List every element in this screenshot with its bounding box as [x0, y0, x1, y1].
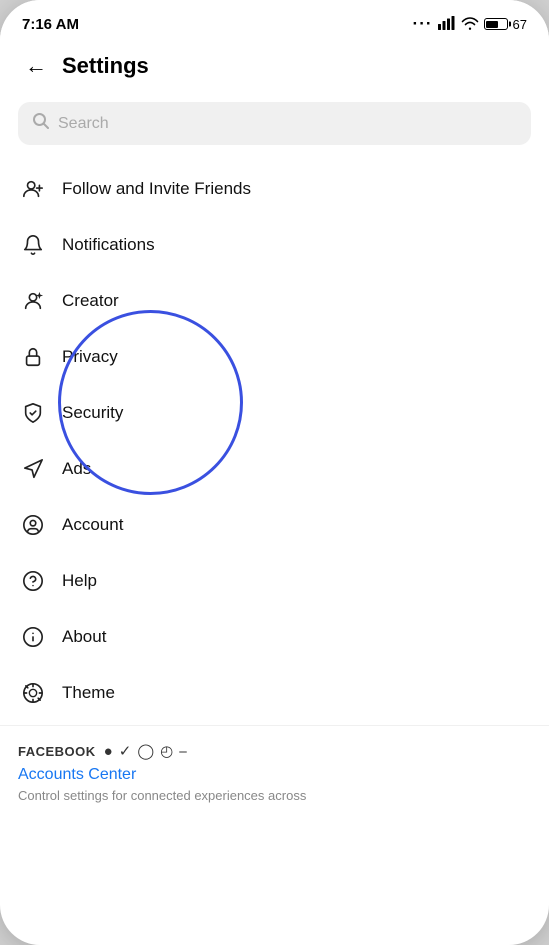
notifications-label: Notifications: [62, 235, 155, 255]
battery-icon: [484, 18, 508, 30]
page-title: Settings: [62, 53, 149, 79]
facebook-brand-row: FACEBOOK ● ✓ ◯ ◴ ⎯: [18, 742, 531, 760]
fb-icon: ●: [104, 743, 113, 760]
sidebar-item-account[interactable]: Account: [0, 497, 549, 553]
menu-list: Follow and Invite Friends Notifications: [0, 161, 549, 721]
whatsapp-icon: ◴: [160, 742, 173, 760]
facebook-social-icons: ● ✓ ◯ ◴ ⎯: [104, 742, 187, 760]
bell-icon: [18, 230, 48, 260]
sidebar-item-about[interactable]: About: [0, 609, 549, 665]
accounts-center-desc: Control settings for connected experienc…: [18, 788, 531, 803]
facebook-section: FACEBOOK ● ✓ ◯ ◴ ⎯ Accounts Center Contr…: [0, 725, 549, 811]
phone-frame: 7:16 AM ··· 67: [0, 0, 549, 945]
status-icons: ··· 67: [413, 14, 527, 34]
sidebar-item-notifications[interactable]: Notifications: [0, 217, 549, 273]
privacy-label: Privacy: [62, 347, 118, 367]
sidebar-item-privacy[interactable]: Privacy: [0, 329, 549, 385]
ads-label: Ads: [62, 459, 91, 479]
sidebar-item-theme[interactable]: Theme: [0, 665, 549, 721]
lock-icon: [18, 342, 48, 372]
theme-icon: [18, 678, 48, 708]
help-icon: [18, 566, 48, 596]
sidebar-item-ads[interactable]: Ads: [0, 441, 549, 497]
search-placeholder: Search: [58, 115, 109, 133]
follow-icon: [18, 174, 48, 204]
accounts-center-link[interactable]: Accounts Center: [18, 766, 531, 784]
signal-icon: [438, 16, 456, 33]
status-bar: 7:16 AM ··· 67: [0, 0, 549, 40]
more-icon: ···: [413, 14, 433, 34]
help-label: Help: [62, 571, 97, 591]
ads-icon: [18, 454, 48, 484]
messenger-icon: ⎯: [179, 743, 187, 760]
creator-label: Creator: [62, 291, 119, 311]
sidebar-item-creator[interactable]: Creator: [0, 273, 549, 329]
header: ← Settings: [0, 40, 549, 94]
sidebar-item-security[interactable]: Security: [0, 385, 549, 441]
about-label: About: [62, 627, 106, 647]
theme-label: Theme: [62, 683, 115, 703]
account-label: Account: [62, 515, 123, 535]
shield-icon: [18, 398, 48, 428]
sidebar-item-help[interactable]: Help: [0, 553, 549, 609]
back-arrow-icon: ←: [25, 53, 47, 79]
instagram-icon: ◯: [137, 742, 154, 760]
follow-label: Follow and Invite Friends: [62, 179, 251, 199]
facebook-brand-label: FACEBOOK: [18, 744, 96, 759]
search-bar[interactable]: Search: [18, 102, 531, 145]
search-icon: [32, 112, 50, 135]
fb-check-icon: ✓: [119, 742, 132, 760]
battery-label: 67: [513, 17, 527, 32]
account-icon: [18, 510, 48, 540]
info-icon: [18, 622, 48, 652]
back-button[interactable]: ←: [18, 48, 54, 84]
creator-icon: [18, 286, 48, 316]
security-label: Security: [62, 403, 123, 423]
status-time: 7:16 AM: [22, 16, 79, 33]
wifi-icon: [461, 16, 479, 33]
sidebar-item-follow[interactable]: Follow and Invite Friends: [0, 161, 549, 217]
